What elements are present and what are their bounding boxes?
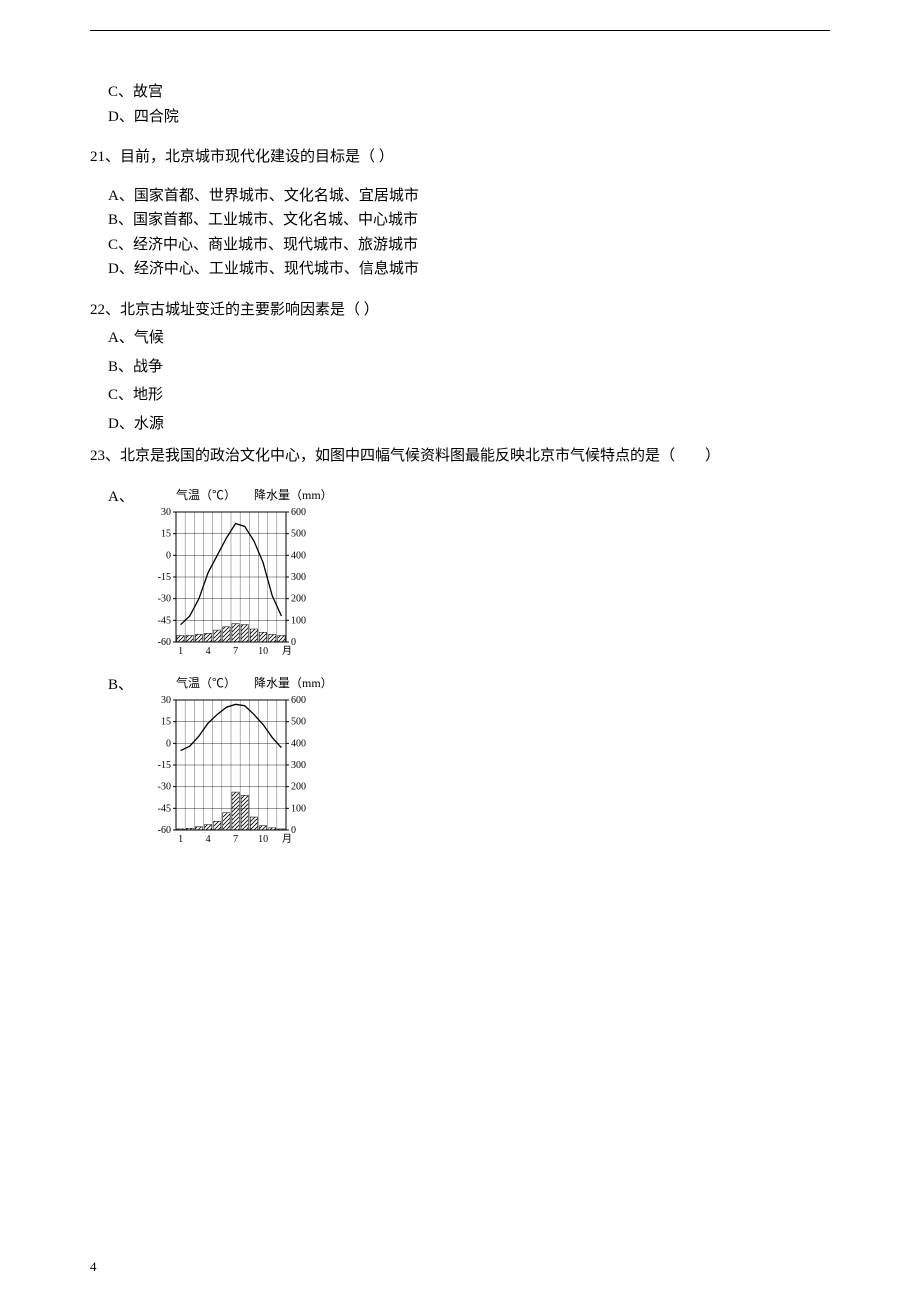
q23-option-b-label: B、 [90, 674, 142, 697]
svg-text:600: 600 [291, 695, 306, 706]
q21-option-c: C、经济中心、商业城市、现代城市、旅游城市 [90, 234, 830, 257]
svg-text:月: 月 [282, 833, 292, 845]
svg-text:0: 0 [166, 738, 171, 749]
svg-text:500: 500 [291, 716, 306, 727]
svg-text:-60: -60 [158, 825, 171, 836]
svg-text:300: 300 [291, 760, 306, 771]
svg-text:7: 7 [233, 834, 238, 845]
q21-option-b: B、国家首都、工业城市、文化名城、中心城市 [90, 209, 830, 232]
q23-chart-a: 30150-15-30-45-6060050040030020010001471… [142, 506, 322, 666]
svg-text:-30: -30 [158, 781, 171, 792]
svg-text:30: 30 [161, 695, 171, 706]
svg-text:15: 15 [161, 716, 171, 727]
svg-text:1: 1 [178, 646, 183, 657]
q23-option-a-label: A、 [90, 486, 142, 509]
svg-text:30: 30 [161, 507, 171, 518]
svg-text:-45: -45 [158, 615, 171, 626]
svg-text:7: 7 [233, 646, 238, 657]
svg-text:600: 600 [291, 507, 306, 518]
svg-text:-60: -60 [158, 637, 171, 648]
svg-text:-15: -15 [158, 572, 171, 583]
svg-text:月: 月 [282, 645, 292, 657]
svg-text:10: 10 [258, 834, 268, 845]
svg-text:4: 4 [206, 646, 211, 657]
svg-text:1: 1 [178, 834, 183, 845]
svg-text:-45: -45 [158, 803, 171, 814]
q21-stem: 21、目前，北京城市现代化建设的目标是（ ） [90, 146, 830, 169]
prior-option-c: C、故宫 [90, 81, 830, 104]
svg-text:500: 500 [291, 528, 306, 539]
q21-option-d: D、经济中心、工业城市、现代城市、信息城市 [90, 258, 830, 281]
chart-b-temp-title: 气温（℃） [176, 674, 236, 692]
question-21: 21、目前，北京城市现代化建设的目标是（ ） A、国家首都、世界城市、文化名城、… [90, 146, 830, 281]
svg-text:100: 100 [291, 803, 306, 814]
prior-option-d: D、四合院 [90, 106, 830, 129]
q22-stem: 22、北京古城址变迁的主要影响因素是（ ） [90, 299, 830, 322]
q22-option-a: A、气候 [90, 327, 830, 350]
question-22: 22、北京古城址变迁的主要影响因素是（ ） A、气候 B、战争 C、地形 D、水… [90, 299, 830, 436]
question-23: 23、北京是我国的政治文化中心，如图中四幅气候资料图最能反映北京市气候特点的是（… [90, 445, 830, 854]
svg-text:200: 200 [291, 781, 306, 792]
svg-text:-15: -15 [158, 760, 171, 771]
header-rule [90, 30, 830, 31]
q23-option-b-block: B、 气温（℃） 降水量（mm） 30 15 0 -15 -30 -45 -60 600 500… [90, 674, 830, 854]
svg-text:-30: -30 [158, 593, 171, 604]
svg-text:100: 100 [291, 615, 306, 626]
svg-text:0: 0 [166, 550, 171, 561]
q22-option-b: B、战争 [90, 356, 830, 379]
chart-a-precip-title: 降水量（mm） [254, 486, 333, 504]
q22-option-d: D、水源 [90, 413, 830, 436]
q23-chart-b: 30150-15-30-45-6060050040030020010001471… [142, 694, 322, 854]
q23-option-a-block: A、 气温（℃） 降水量（mm） 30 15 0 -15 -30 -45 -60 600 500… [90, 486, 830, 666]
chart-b-precip-title: 降水量（mm） [254, 674, 333, 692]
svg-text:4: 4 [206, 834, 211, 845]
q21-option-a: A、国家首都、世界城市、文化名城、宜居城市 [90, 185, 830, 208]
svg-text:15: 15 [161, 528, 171, 539]
page-number: 4 [90, 1257, 97, 1277]
svg-text:200: 200 [291, 593, 306, 604]
svg-text:10: 10 [258, 646, 268, 657]
svg-text:400: 400 [291, 550, 306, 561]
svg-text:300: 300 [291, 572, 306, 583]
q23-stem: 23、北京是我国的政治文化中心，如图中四幅气候资料图最能反映北京市气候特点的是（… [90, 445, 830, 468]
q22-option-c: C、地形 [90, 384, 830, 407]
svg-text:400: 400 [291, 738, 306, 749]
chart-a-temp-title: 气温（℃） [176, 486, 236, 504]
